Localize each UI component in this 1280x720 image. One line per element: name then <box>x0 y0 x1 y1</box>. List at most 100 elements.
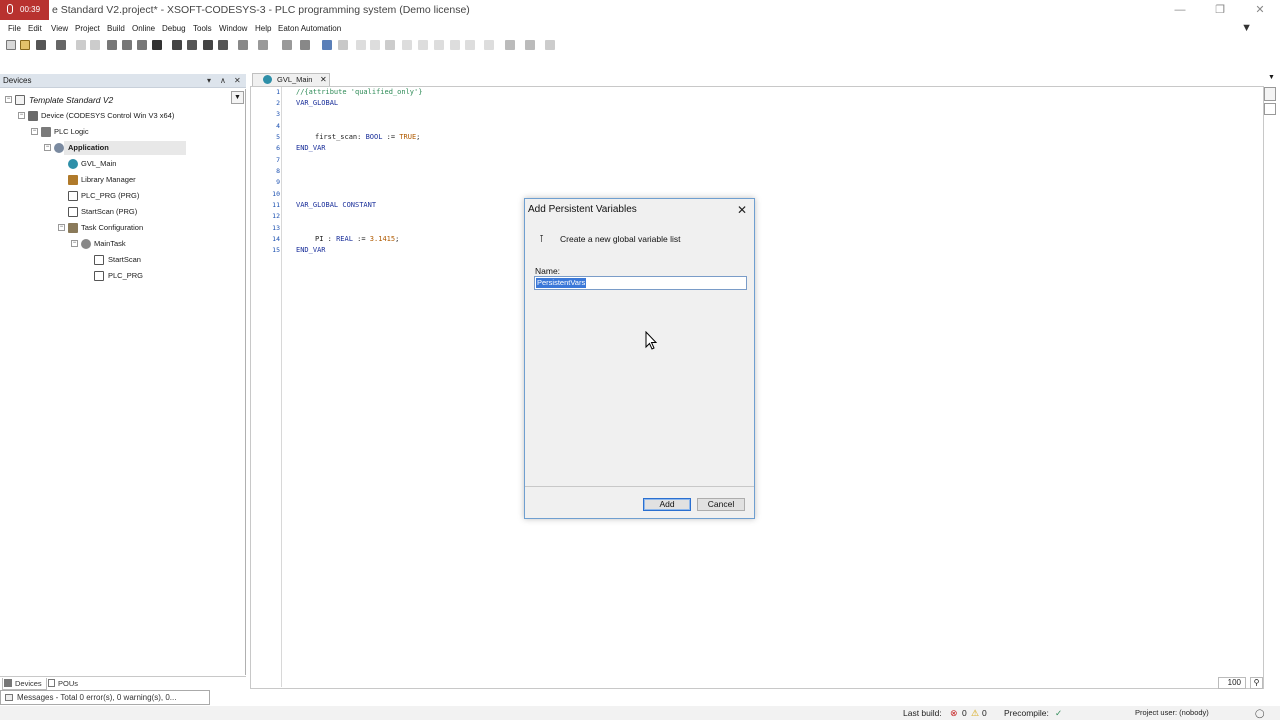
menu-help[interactable]: Help <box>255 21 271 36</box>
collapse-toggle[interactable]: − <box>71 240 78 247</box>
menu-file[interactable]: File <box>8 21 21 36</box>
literal-value: 3.1415 <box>369 235 396 243</box>
semicolon: ; <box>416 133 421 141</box>
code-line-11: VAR_GLOBAL CONSTANT <box>296 201 377 209</box>
pous-tab-icon <box>48 679 55 687</box>
generate-icon[interactable] <box>282 40 292 50</box>
recording-time: 00:39 <box>20 5 41 14</box>
name-input[interactable]: PersistentVars <box>534 276 747 290</box>
collapse-toggle[interactable]: − <box>18 112 25 119</box>
collapse-toggle[interactable]: − <box>44 144 51 151</box>
open-project-icon[interactable] <box>20 40 30 50</box>
undo-icon[interactable] <box>76 40 86 50</box>
tree-item-task-configuration[interactable]: Task Configuration <box>81 221 143 235</box>
cancel-button[interactable]: Cancel <box>697 498 745 511</box>
pin-icon[interactable]: ∧ <box>220 75 226 87</box>
menu-debug[interactable]: Debug <box>162 21 186 36</box>
error-icon: ⊗ <box>950 708 958 718</box>
type-keyword: REAL <box>336 235 353 243</box>
build-dropdown-icon[interactable] <box>258 40 268 50</box>
reset-icon[interactable] <box>385 40 395 50</box>
messages-bar[interactable]: Messages - Total 0 error(s), 0 warning(s… <box>0 690 210 705</box>
cut-icon[interactable] <box>107 40 117 50</box>
close-window-button[interactable]: ✕ <box>1240 0 1280 20</box>
tree-item-project[interactable]: Template Standard V2 <box>29 93 113 107</box>
find-icon[interactable] <box>172 40 182 50</box>
delete-icon[interactable] <box>152 40 162 50</box>
menu-project[interactable]: Project <box>75 21 100 36</box>
code-line-14: PI : REAL := 3.1415; <box>315 235 399 243</box>
menu-view[interactable]: View <box>51 21 68 36</box>
tree-item-plc-prg[interactable]: PLC_PRG (PRG) <box>81 189 139 203</box>
redo-icon[interactable] <box>90 40 100 50</box>
tree-item-gvl-main[interactable]: GVL_Main <box>81 157 116 171</box>
warning-icon: ⚠ <box>971 708 980 718</box>
code-editor[interactable] <box>250 86 1264 689</box>
filter-icon[interactable]: ▼ <box>1241 22 1252 34</box>
tree-options-dropdown[interactable]: ▼ <box>231 91 244 104</box>
tree-item-startscan[interactable]: StartScan <box>108 253 141 267</box>
panel-close-icon[interactable]: ✕ <box>234 75 241 87</box>
tree-item-maintask[interactable]: MainTask <box>94 237 126 251</box>
step-over-icon[interactable] <box>402 40 412 50</box>
tree-item-library-manager[interactable]: Library Manager <box>81 173 136 187</box>
copy-icon[interactable] <box>122 40 132 50</box>
project-user: Project user: (nobody) <box>1135 708 1209 717</box>
filter-icon: ⊺ <box>539 234 545 245</box>
menu-edit[interactable]: Edit <box>28 21 42 36</box>
restore-button[interactable]: ❐ <box>1200 0 1240 20</box>
shield-icon[interactable]: ◯ <box>1255 706 1265 720</box>
find-previous-icon[interactable] <box>218 40 228 50</box>
panel-menu-icon[interactable]: ▾ <box>207 75 211 87</box>
unforce-icon[interactable] <box>545 40 555 50</box>
stop-icon[interactable] <box>370 40 380 50</box>
new-project-icon[interactable] <box>6 40 16 50</box>
online-config-icon[interactable] <box>322 40 332 50</box>
set-next-statement-icon[interactable] <box>465 40 475 50</box>
print-icon[interactable] <box>56 40 66 50</box>
line-number: 6 <box>276 144 280 152</box>
force-values-icon[interactable] <box>525 40 535 50</box>
save-icon[interactable] <box>36 40 46 50</box>
menu-tools[interactable]: Tools <box>193 21 212 36</box>
compile-icon[interactable] <box>238 40 248 50</box>
collapse-toggle[interactable]: − <box>5 96 12 103</box>
pou-icon <box>68 207 78 217</box>
line-number: 5 <box>276 133 280 141</box>
collapse-toggle[interactable]: − <box>31 128 38 135</box>
start-icon[interactable] <box>356 40 366 50</box>
tree-item-plc-logic[interactable]: PLC Logic <box>54 125 89 139</box>
properties-side-icon[interactable] <box>1264 87 1276 101</box>
menu-build[interactable]: Build <box>107 21 125 36</box>
minimize-button[interactable]: — <box>1160 0 1200 20</box>
write-values-icon[interactable] <box>505 40 515 50</box>
menu-online[interactable]: Online <box>132 21 155 36</box>
line-number-gutter <box>251 87 282 687</box>
add-button[interactable]: Add <box>643 498 691 511</box>
paste-icon[interactable] <box>137 40 147 50</box>
line-number: 11 <box>272 201 280 209</box>
login-icon[interactable] <box>300 40 310 50</box>
step-into-icon[interactable] <box>418 40 428 50</box>
tree-item-plc-prg-call[interactable]: PLC_PRG <box>108 269 143 283</box>
run-to-cursor-icon[interactable] <box>450 40 460 50</box>
dialog-close-icon[interactable]: ✕ <box>734 202 750 218</box>
tree-item-application[interactable]: Application <box>68 141 109 155</box>
tab-close-icon[interactable]: ✕ <box>320 74 327 86</box>
dialog-footer: Add Cancel <box>525 486 754 518</box>
menu-eaton-automation[interactable]: Eaton Automation <box>278 21 341 36</box>
step-out-icon[interactable] <box>434 40 444 50</box>
replace-icon[interactable] <box>203 40 213 50</box>
logout-icon[interactable] <box>338 40 348 50</box>
tree-item-startscan-prg[interactable]: StartScan (PRG) <box>81 205 137 219</box>
zoom-icon[interactable]: ⚲ <box>1250 677 1263 689</box>
breakpoint-icon[interactable] <box>484 40 494 50</box>
toolbox-side-icon[interactable] <box>1264 103 1276 115</box>
collapse-toggle[interactable]: − <box>58 224 65 231</box>
menu-window[interactable]: Window <box>219 21 247 36</box>
zoom-level-field[interactable]: 100 <box>1218 677 1246 689</box>
editor-dropdown-icon[interactable]: ▼ <box>1268 74 1275 81</box>
tree-item-device[interactable]: Device (CODESYS Control Win V3 x64) <box>41 109 174 123</box>
find-next-icon[interactable] <box>187 40 197 50</box>
code-line-5: first_scan: BOOL := TRUE; <box>315 133 420 141</box>
